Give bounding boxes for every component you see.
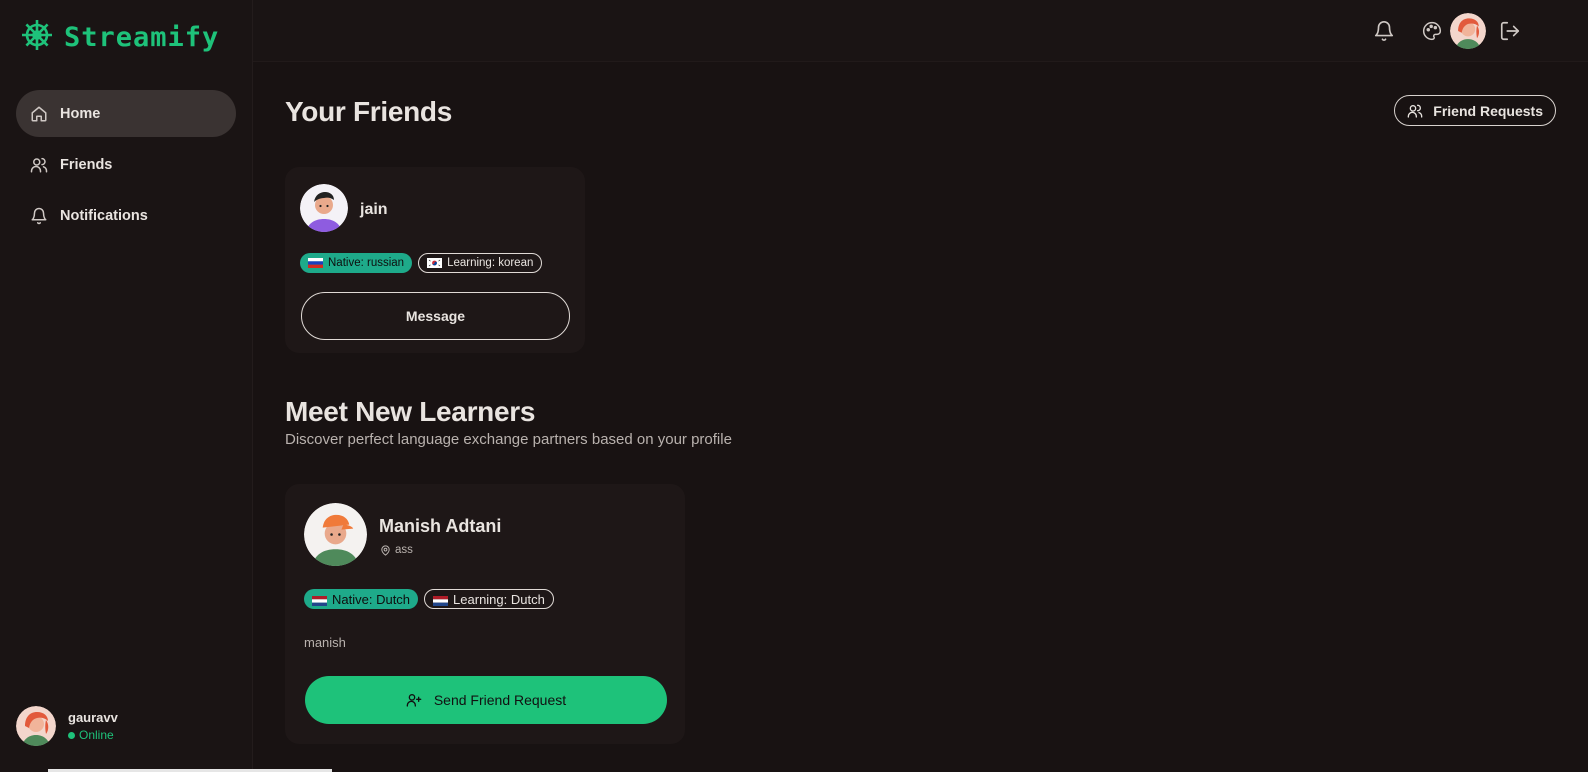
section-subtitle: Discover perfect language exchange partn… — [285, 431, 732, 448]
sidebar-item-label: Home — [60, 105, 101, 122]
language-badges: Native: Dutch Learning: Dutch — [304, 589, 554, 609]
avatar — [300, 184, 348, 232]
avatar — [16, 706, 56, 746]
home-icon — [30, 105, 48, 123]
ship-wheel-icon — [20, 18, 54, 57]
send-friend-request-label: Send Friend Request — [433, 692, 567, 708]
map-pin-icon — [380, 544, 391, 556]
native-language-badge: Native: russian — [300, 253, 413, 273]
native-language-text: Native: russian — [328, 257, 405, 269]
online-dot-icon — [68, 731, 75, 739]
sidebar-item-friends[interactable]: Friends — [16, 141, 236, 188]
bell-icon — [30, 207, 48, 225]
learner-location: ass — [380, 544, 413, 556]
bell-icon[interactable] — [1366, 13, 1402, 49]
user-name: gauravv — [68, 710, 118, 725]
message-button[interactable]: Message — [301, 292, 570, 340]
top-actions — [1366, 13, 1522, 49]
learning-language-badge: Learning: korean — [418, 253, 543, 273]
language-badges: Native: russian Learning: korean — [300, 253, 543, 273]
users-icon — [30, 156, 48, 174]
sidebar: Streamify Home Friends Notifications gau… — [0, 0, 253, 772]
learning-language-text: Learning: Dutch — [453, 591, 545, 607]
sidebar-nav: Home Friends Notifications — [16, 90, 236, 243]
logo[interactable]: Streamify — [20, 18, 219, 57]
sidebar-item-label: Notifications — [60, 207, 148, 224]
page-title: Your Friends — [285, 96, 453, 127]
learner-name: Manish Adtani — [379, 516, 502, 536]
sidebar-item-home[interactable]: Home — [16, 90, 236, 137]
topbar — [253, 0, 1588, 62]
native-language-text: Native: Dutch — [332, 591, 411, 607]
status-text: Online — [79, 728, 114, 742]
status-badge: Online — [68, 728, 118, 742]
friend-name: jain — [360, 201, 388, 218]
native-language-badge: Native: Dutch — [304, 589, 419, 609]
logout-icon[interactable] — [1498, 13, 1522, 49]
learning-language-text: Learning: korean — [447, 257, 534, 269]
users-icon — [1407, 103, 1423, 119]
learning-language-badge: Learning: Dutch — [424, 589, 554, 609]
learner-bio: manish — [304, 635, 346, 650]
section-title: Meet New Learners — [285, 396, 536, 427]
friend-card: jain Native: russian Learning: korean Me… — [285, 167, 585, 353]
netherlands-flag-icon — [312, 594, 327, 606]
main-content: Your Friends Friend Requests jain Native… — [253, 62, 1588, 772]
korea-flag-icon — [427, 258, 443, 268]
sidebar-item-label: Friends — [60, 156, 113, 173]
sidebar-item-notifications[interactable]: Notifications — [16, 192, 236, 239]
send-friend-request-button[interactable]: Send Friend Request — [305, 676, 667, 724]
avatar[interactable] — [1450, 13, 1486, 49]
friend-requests-button[interactable]: Friend Requests — [1394, 95, 1556, 126]
learner-card: Manish Adtani ass Native: Dutch Learning… — [285, 484, 685, 744]
friend-requests-label: Friend Requests — [1433, 102, 1543, 119]
netherlands-flag-icon — [433, 594, 449, 606]
app-name: Streamify — [64, 22, 220, 53]
avatar — [304, 503, 367, 566]
location-text: ass — [395, 544, 413, 556]
palette-icon[interactable] — [1414, 13, 1450, 49]
russia-flag-icon — [308, 258, 323, 268]
user-plus-icon — [406, 692, 422, 708]
current-user[interactable]: gauravv Online — [16, 706, 118, 746]
